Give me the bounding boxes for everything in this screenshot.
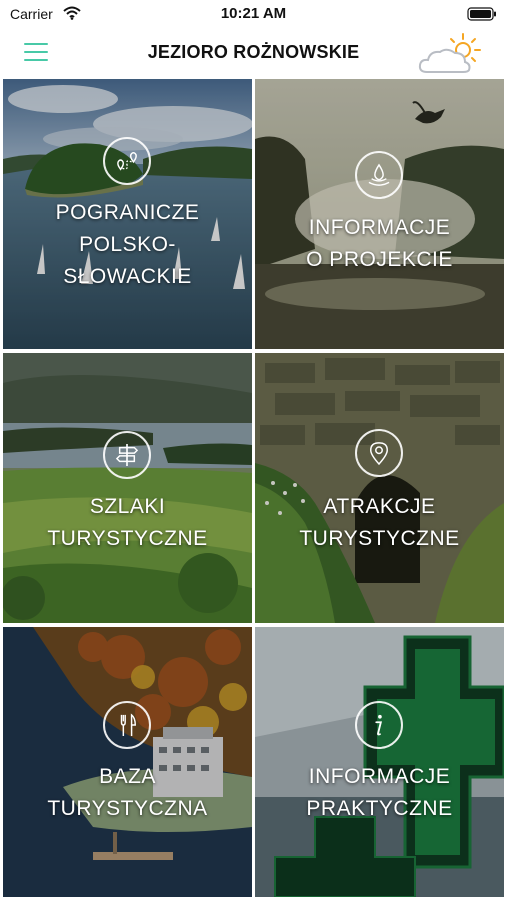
status-bar: Carrier 10:21 AM <box>0 0 507 28</box>
status-time: 10:21 AM <box>220 5 287 22</box>
tile-label: BAZA TURYSTYCZNA <box>3 761 252 825</box>
tile-label-line: ATRAKCJE <box>323 495 436 518</box>
tile-label: POGRANICZE POLSKO- SŁOWACKIE <box>3 197 252 293</box>
tile-label-line: SZLAKI <box>89 495 166 518</box>
fork-knife-icon <box>103 701 151 749</box>
location-pin-icon <box>355 429 403 477</box>
tile-label: INFORMACJE O PROJEKCIE <box>255 212 504 276</box>
tile-label-line: TURYSTYCZNA <box>47 797 208 820</box>
menu-grid: POGRANICZE POLSKO- SŁOWACKIE INFORMACJE … <box>3 79 504 897</box>
tile-label-line: TURYSTYCZNE <box>47 527 208 550</box>
tile-szlaki-turystyczne[interactable]: SZLAKI TURYSTYCZNE <box>3 353 252 623</box>
tile-label-line: INFORMACJE <box>308 216 451 239</box>
tile-label-line: PRAKTYCZNE <box>306 797 453 820</box>
signpost-icon <box>103 431 151 479</box>
tile-atrakcje-turystyczne[interactable]: ATRAKCJE TURYSTYCZNE <box>255 353 504 623</box>
tile-label: SZLAKI TURYSTYCZNE <box>3 491 252 555</box>
app-header: JEZIORO ROŻNOWSKIE <box>0 28 507 78</box>
tile-label-line: POLSKO- <box>79 233 176 256</box>
tile-label-line: SŁOWACKIE <box>63 265 192 288</box>
tile-label-line: INFORMACJE <box>308 765 451 788</box>
partly-cloudy-weather-icon[interactable] <box>415 30 487 78</box>
info-drop-icon <box>355 151 403 199</box>
tile-label: ATRAKCJE TURYSTYCZNE <box>255 491 504 555</box>
tile-label: INFORMACJE PRAKTYCZNE <box>255 761 504 825</box>
tile-baza-turystyczna[interactable]: BAZA TURYSTYCZNA <box>3 627 252 897</box>
battery-icon <box>467 7 497 21</box>
tile-overlay <box>255 353 504 623</box>
tile-label-line: TURYSTYCZNE <box>299 527 460 550</box>
tile-informacje-praktyczne[interactable]: INFORMACJE PRAKTYCZNE <box>255 627 504 897</box>
tile-pogranicze[interactable]: POGRANICZE POLSKO- SŁOWACKIE <box>3 79 252 349</box>
tile-label-line: O PROJEKCIE <box>306 248 453 271</box>
route-map-icon <box>103 137 151 185</box>
tile-label-line: POGRANICZE <box>55 201 200 224</box>
tile-label-line: BAZA <box>99 765 156 788</box>
tile-overlay <box>3 353 252 623</box>
info-icon <box>355 701 403 749</box>
tile-informacje-o-projekcie[interactable]: INFORMACJE O PROJEKCIE <box>255 79 504 349</box>
